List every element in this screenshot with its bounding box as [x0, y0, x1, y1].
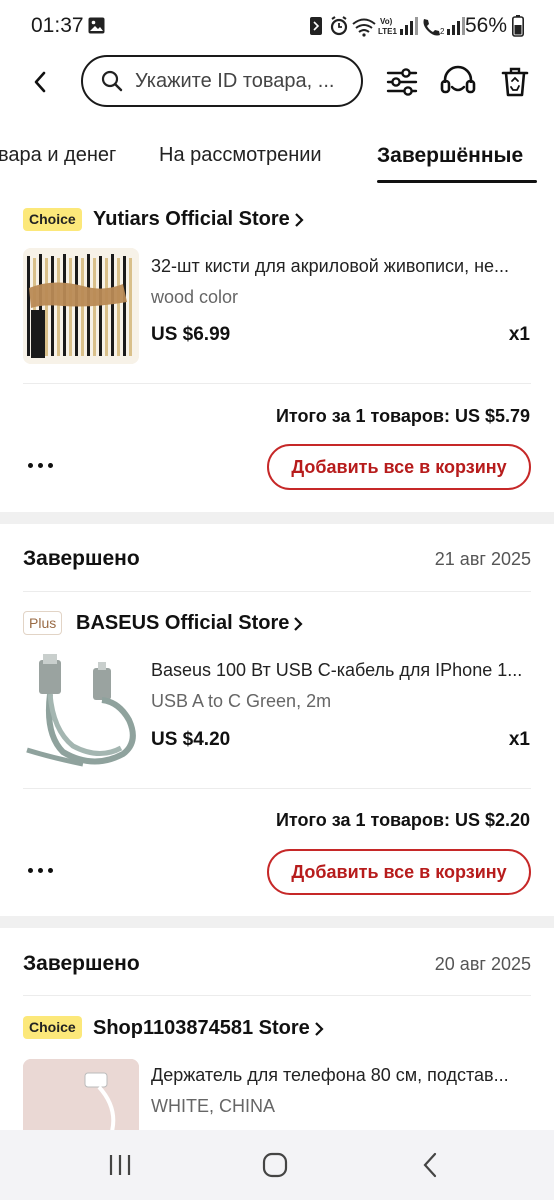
divider	[23, 788, 531, 789]
header: Укажите ID товара, ...	[0, 52, 554, 112]
item-title[interactable]: Baseus 100 Вт USB C-кабель для IPhone 1.…	[151, 660, 531, 681]
chevron-right-icon	[294, 616, 303, 631]
product-image-phone-holder[interactable]	[23, 1059, 139, 1130]
item-price: US $6.99	[151, 324, 231, 345]
alarm-icon	[330, 16, 348, 36]
store-link[interactable]: Shop1103874581 Store	[93, 1017, 324, 1040]
recycle-bin-icon	[501, 67, 529, 97]
lte-label: Vo)	[380, 17, 393, 26]
product-image-cable[interactable]	[23, 654, 139, 770]
store-name: Yutiars Official Store	[93, 208, 290, 230]
store-name: BASEUS Official Store	[76, 612, 290, 634]
add-all-to-cart-button[interactable]: Добавить все в корзину	[267, 444, 531, 490]
active-tab-indicator	[377, 180, 537, 183]
chevron-right-icon	[315, 1021, 324, 1036]
signal-icon	[400, 17, 418, 35]
order-card: Завершено 21 авг 2025 Plus BASEUS Offici…	[0, 524, 554, 916]
system-navigation-bar	[0, 1130, 554, 1200]
order-total: Итого за 1 товаров: US $2.20	[275, 810, 530, 830]
product-image-brushes[interactable]	[23, 248, 139, 364]
chevron-left-icon	[423, 1152, 437, 1178]
battery-icon	[512, 15, 524, 37]
status-icons: Vo) LTE1 2	[310, 16, 465, 37]
order-card: Завершено 20 авг 2025 Choice Shop1103874…	[0, 928, 554, 1130]
paint-brushes-image	[23, 248, 139, 364]
status-bar: 01:37 Vo) LTE1 2 56%	[0, 0, 554, 52]
divider	[23, 383, 531, 384]
tab-completed[interactable]: Завершённые	[377, 144, 523, 168]
system-back-button[interactable]	[410, 1148, 450, 1182]
divider	[23, 995, 531, 996]
order-date: 20 авг 2025	[434, 954, 531, 974]
order-status: Завершено	[23, 547, 140, 570]
status-time: 01:37	[31, 14, 84, 37]
item-variant: USB A to C Green, 2m	[151, 691, 332, 711]
order-card: Choice Yutiars Official Store 32-шт кист…	[0, 188, 554, 512]
battery-percent: 56%	[465, 14, 508, 37]
store-link[interactable]: Yutiars Official Store	[93, 208, 304, 231]
item-title[interactable]: Держатель для телефона 80 см, подстав...	[151, 1065, 531, 1086]
tab-under-review[interactable]: На рассмотрении	[159, 144, 322, 167]
order-status: Завершено	[23, 952, 140, 975]
call-icon	[423, 19, 440, 36]
tab-returns[interactable]: вара и денег	[0, 144, 116, 167]
order-status-tabs: вара и денег На рассмотрении Завершённые	[0, 132, 554, 188]
chevron-left-icon	[34, 71, 46, 93]
search-icon	[101, 70, 123, 92]
choice-badge: Choice	[23, 208, 82, 231]
back-button[interactable]	[24, 64, 56, 100]
item-title[interactable]: 32-шт кисти для акриловой живописи, не..…	[151, 256, 531, 277]
headset-icon	[440, 65, 476, 94]
recycle-bin-button[interactable]	[497, 64, 533, 100]
support-button[interactable]	[440, 64, 476, 100]
choice-badge: Choice	[23, 1016, 82, 1039]
home-button[interactable]	[255, 1148, 295, 1182]
store-link[interactable]: BASEUS Official Store	[76, 612, 303, 635]
add-all-to-cart-button[interactable]: Добавить все в корзину	[267, 849, 531, 895]
plus-badge: Plus	[23, 611, 63, 635]
svg-text:LTE1: LTE1	[378, 27, 398, 36]
section-separator	[0, 916, 554, 928]
nfc-icon	[310, 17, 322, 35]
divider	[23, 591, 531, 592]
item-quantity: x1	[508, 729, 530, 750]
image-icon	[88, 17, 105, 34]
item-variant: WHITE, CHINA	[151, 1096, 275, 1116]
section-separator	[0, 512, 554, 524]
phone-holder-image	[23, 1059, 139, 1130]
more-options-button[interactable]	[26, 865, 56, 877]
filter-sliders-icon	[386, 68, 418, 96]
search-placeholder: Укажите ID товара, ...	[135, 69, 335, 92]
recent-apps-icon	[109, 1155, 131, 1175]
order-date: 21 авг 2025	[434, 549, 531, 569]
wifi-icon	[352, 18, 376, 37]
usb-cable-image	[23, 654, 139, 770]
recent-apps-button[interactable]	[100, 1148, 140, 1182]
store-name: Shop1103874581 Store	[93, 1017, 310, 1039]
more-options-button[interactable]	[26, 460, 56, 472]
item-variant: wood color	[151, 287, 239, 307]
filter-button[interactable]	[384, 64, 420, 100]
order-total: Итого за 1 товаров: US $5.79	[275, 406, 530, 426]
search-input[interactable]: Укажите ID товара, ...	[81, 55, 363, 107]
home-icon	[262, 1152, 288, 1178]
svg-text:2: 2	[440, 27, 445, 36]
chevron-right-icon	[294, 212, 304, 227]
item-price: US $4.20	[151, 729, 231, 750]
item-quantity: x1	[508, 324, 530, 345]
